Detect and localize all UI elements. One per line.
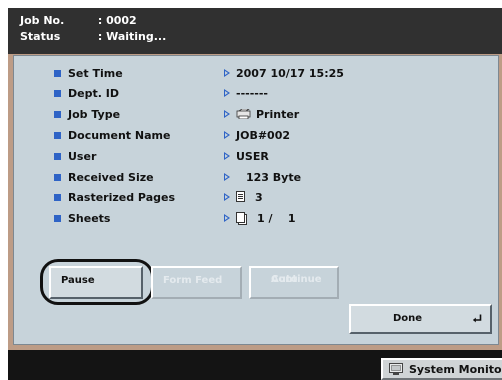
list-item: Rasterized Pages 3	[48, 189, 448, 209]
system-monitor-label: System Monitor	[409, 363, 502, 376]
job-number-label: Job No.	[20, 14, 65, 27]
job-type-value: Printer	[236, 108, 299, 121]
job-number-value: : 0002	[97, 14, 137, 27]
job-number-row: Job No. : 0002	[20, 14, 137, 27]
sheets-icon	[236, 212, 245, 223]
bullet-icon	[54, 90, 61, 97]
form-feed-button[interactable]: Form Feed	[151, 266, 242, 299]
status-row: Status : Waiting...	[20, 30, 166, 43]
user-label: User	[68, 150, 97, 163]
done-button-label: Done	[393, 313, 423, 324]
rasterized-pages-count: 3	[255, 191, 263, 204]
auto-continue-button[interactable]: Auto Continue	[249, 266, 339, 299]
job-type-text: Printer	[256, 108, 300, 121]
arrow-right-icon	[224, 69, 230, 77]
set-time-label: Set Time	[68, 67, 123, 80]
arrow-right-icon	[224, 152, 230, 160]
sheets-count: 1 / 1	[257, 212, 296, 225]
rasterized-pages-label: Rasterized Pages	[68, 191, 175, 204]
job-header: Job No. : 0002 Status : Waiting...	[8, 8, 502, 54]
bullet-icon	[54, 153, 61, 160]
sheets-label: Sheets	[68, 212, 111, 225]
printer-icon	[236, 109, 251, 119]
pause-highlight-callout	[40, 259, 154, 305]
done-button[interactable]: Done	[349, 304, 492, 334]
list-item: Document Name JOB#002	[48, 127, 448, 147]
document-name-value: JOB#002	[236, 129, 291, 142]
list-item: Received Size 123 Byte	[48, 169, 448, 189]
monitor-icon	[389, 363, 403, 375]
sheets-value: 1 / 1	[236, 212, 295, 225]
status-value: : Waiting...	[97, 30, 167, 43]
bullet-icon	[54, 194, 61, 201]
bullet-icon	[54, 70, 61, 77]
set-time-value: 2007 10/17 15:25	[236, 67, 344, 80]
document-icon	[236, 191, 245, 202]
arrow-right-icon	[224, 89, 230, 97]
form-feed-button-label: Form Feed	[163, 275, 223, 286]
dept-id-value: -------	[236, 87, 268, 100]
screen: Job No. : 0002 Status : Waiting... Set T…	[0, 0, 502, 380]
rasterized-pages-value: 3	[236, 191, 263, 204]
arrow-right-icon	[224, 193, 230, 201]
list-item: Job Type Printer	[48, 106, 448, 126]
arrow-right-icon	[224, 110, 230, 118]
system-monitor-button[interactable]: System Monitor	[381, 358, 502, 380]
job-type-label: Job Type	[68, 108, 121, 121]
bullet-icon	[54, 215, 61, 222]
bullet-icon	[54, 132, 61, 139]
arrow-right-icon	[224, 173, 230, 181]
bullet-icon	[54, 174, 61, 181]
dept-id-label: Dept. ID	[68, 87, 119, 100]
list-item: User USER	[48, 148, 448, 168]
bullet-icon	[54, 111, 61, 118]
document-name-label: Document Name	[68, 129, 171, 142]
list-item: Sheets 1 / 1	[48, 210, 448, 230]
status-label: Status	[20, 30, 61, 43]
received-size-label: Received Size	[68, 171, 154, 184]
enter-icon	[473, 314, 482, 323]
list-item: Set Time 2007 10/17 15:25	[48, 65, 448, 85]
user-value: USER	[236, 150, 269, 163]
arrow-right-icon	[224, 131, 230, 139]
arrow-right-icon	[224, 214, 230, 222]
received-size-value: 123 Byte	[246, 171, 302, 184]
auto-continue-line2: Continue	[271, 274, 322, 285]
list-item: Dept. ID -------	[48, 85, 448, 105]
